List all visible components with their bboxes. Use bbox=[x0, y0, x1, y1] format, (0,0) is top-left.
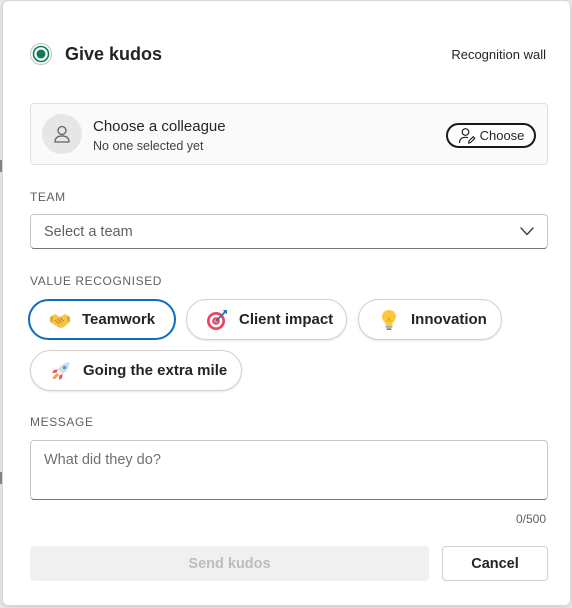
team-select-placeholder: Select a team bbox=[44, 224, 133, 240]
message-field bbox=[30, 440, 548, 500]
chevron-down-icon bbox=[520, 227, 534, 236]
person-icon bbox=[54, 125, 70, 143]
recognition-wall-link[interactable]: Recognition wall bbox=[451, 47, 546, 62]
lightbulb-icon bbox=[382, 309, 396, 330]
handshake-icon bbox=[50, 313, 70, 328]
cancel-button[interactable]: Cancel bbox=[442, 546, 548, 581]
send-kudos-button[interactable]: Send kudos bbox=[30, 546, 429, 581]
message-label: MESSAGE bbox=[30, 415, 94, 429]
value-chip-going-the-extra-mile[interactable]: Going the extra mile bbox=[30, 350, 242, 391]
value-chip-client-impact[interactable]: Client impact bbox=[186, 299, 347, 340]
value-chip-label: Teamwork bbox=[82, 311, 156, 328]
value-chip-label: Client impact bbox=[239, 311, 334, 328]
character-counter: 0/500 bbox=[515, 512, 546, 526]
value-chip-teamwork[interactable]: Teamwork bbox=[28, 299, 176, 340]
value-recognised-label: VALUE RECOGNISED bbox=[30, 274, 163, 288]
rocket-icon bbox=[52, 362, 70, 380]
colleague-picker-card: Choose a colleague No one selected yet C… bbox=[30, 103, 548, 165]
colleague-title: Choose a colleague bbox=[93, 118, 226, 135]
colleague-subtitle: No one selected yet bbox=[93, 139, 204, 153]
team-label: TEAM bbox=[30, 190, 66, 204]
choose-button-label: Choose bbox=[479, 128, 525, 143]
value-chip-label: Innovation bbox=[411, 311, 487, 328]
radio-target-icon bbox=[29, 42, 53, 66]
team-select[interactable]: Select a team bbox=[30, 214, 548, 249]
message-input[interactable] bbox=[31, 441, 547, 499]
value-chip-innovation[interactable]: Innovation bbox=[358, 299, 502, 340]
person-edit-icon bbox=[458, 127, 475, 144]
choose-colleague-button[interactable]: Choose bbox=[446, 123, 536, 148]
give-kudos-dialog: Give kudos Recognition wall Choose a col… bbox=[2, 0, 571, 606]
dialog-title: Give kudos bbox=[65, 44, 163, 64]
value-chip-label: Going the extra mile bbox=[83, 362, 228, 379]
avatar bbox=[42, 114, 82, 154]
target-icon bbox=[207, 309, 227, 330]
